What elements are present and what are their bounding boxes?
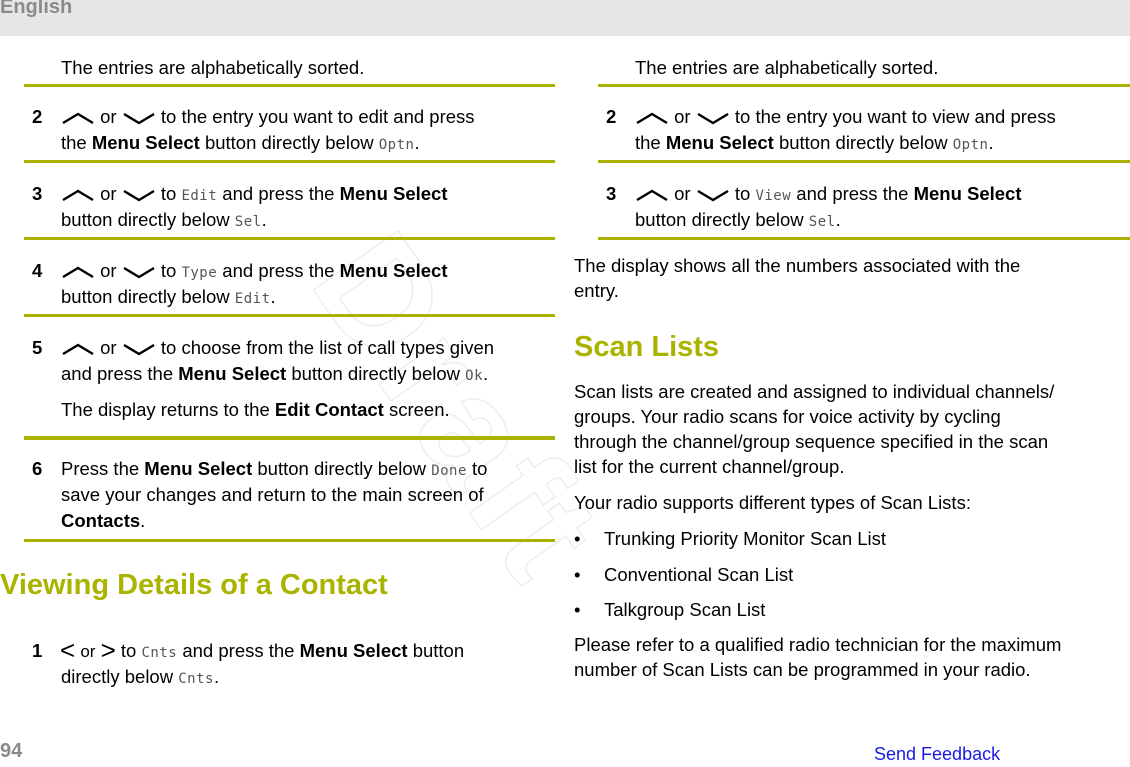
left-arrow-icon: < — [60, 635, 76, 665]
closing-note: Please refer to a qualified radio techni… — [574, 634, 1062, 680]
scan-lists-heading: Scan Lists — [574, 331, 720, 363]
screen-label-ok: Ok — [465, 368, 483, 384]
step-number: 6 — [32, 458, 43, 479]
bullet-icon: • — [574, 599, 581, 620]
bullet-icon: • — [574, 528, 581, 549]
bullet-icon: • — [574, 564, 581, 585]
step-number: 3 — [606, 183, 617, 204]
intro-text: The entries are alphabetically sorted. — [61, 57, 365, 78]
scan-lists-description: Scan lists are created and assigned to i… — [574, 381, 1055, 477]
screen-label-type: Type — [181, 265, 218, 281]
down-arrow-icon — [122, 111, 156, 125]
screen-label-optn: Optn — [952, 137, 989, 153]
step-number: 1 — [32, 640, 43, 661]
down-arrow-icon — [696, 188, 730, 202]
up-arrow-icon — [61, 265, 95, 279]
right-arrow-icon: > — [100, 635, 116, 665]
step-number: 4 — [32, 260, 43, 281]
send-feedback-link[interactable]: Send Feedback — [874, 742, 1000, 767]
screen-label-edit: Edit — [181, 188, 218, 204]
up-arrow-icon — [635, 111, 669, 125]
divider — [24, 84, 555, 87]
step-number: 2 — [606, 106, 617, 127]
screen-label-sel: Sel — [234, 214, 262, 230]
page-number: 94 — [0, 740, 23, 762]
screen-label-sel: Sel — [808, 214, 836, 230]
down-arrow-icon — [122, 342, 156, 356]
step-number: 2 — [32, 106, 43, 127]
types-intro: Your radio supports different types of S… — [574, 492, 971, 513]
screen-label-cnts: Cnts — [141, 645, 178, 661]
display-note: The display shows all the numbers associ… — [574, 255, 1021, 301]
divider — [24, 314, 555, 317]
down-arrow-icon — [122, 188, 156, 202]
divider — [598, 237, 1130, 240]
divider — [24, 539, 555, 542]
section-heading: Viewing Details of a Contact — [0, 569, 388, 601]
intro-text: The entries are alphabetically sorted. — [635, 57, 939, 78]
down-arrow-icon — [696, 111, 730, 125]
step-note: The display returns to the Edit Contact … — [61, 399, 450, 420]
screen-label-cnts: Cnts — [178, 671, 214, 687]
screen-label-edit: Edit — [234, 291, 271, 307]
divider — [24, 160, 555, 163]
divider — [24, 237, 555, 240]
divider — [24, 436, 555, 440]
screen-label-optn: Optn — [378, 137, 415, 153]
language-label: English — [0, 0, 73, 18]
divider — [598, 160, 1130, 163]
screen-label-done: Done — [431, 463, 467, 479]
step-number: 5 — [32, 337, 43, 358]
up-arrow-icon — [61, 111, 95, 125]
document-header-bar: English — [0, 0, 1130, 36]
up-arrow-icon — [61, 188, 95, 202]
down-arrow-icon — [122, 265, 156, 279]
screen-label-view: View — [755, 188, 792, 204]
step-number: 3 — [32, 183, 43, 204]
up-arrow-icon — [61, 342, 95, 356]
divider — [598, 84, 1130, 87]
up-arrow-icon — [635, 188, 669, 202]
